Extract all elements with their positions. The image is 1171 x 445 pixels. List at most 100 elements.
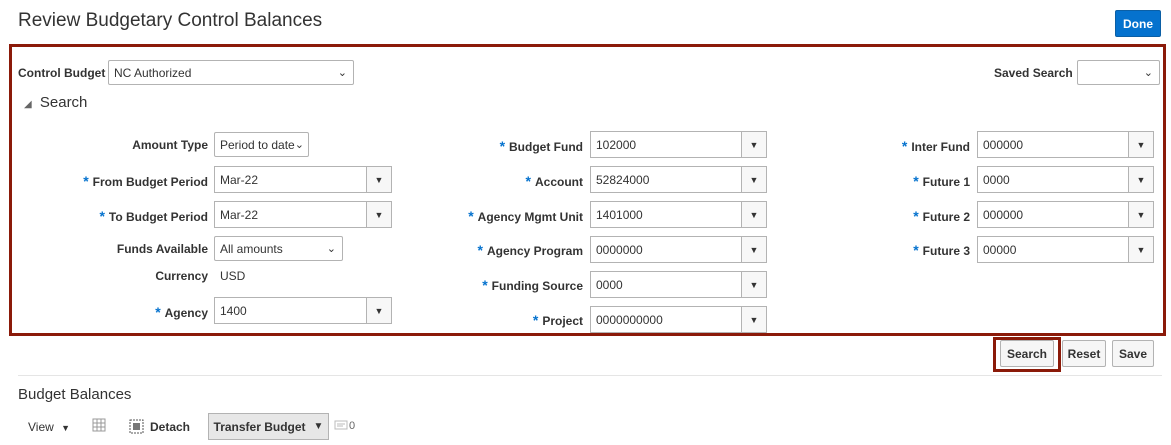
project-combo[interactable]: 0000000000 ▼	[590, 306, 767, 333]
detach-button[interactable]: Detach	[129, 419, 190, 434]
agency-program-combo[interactable]: 0000000 ▼	[590, 236, 767, 263]
to-budget-period-label: * To Budget Period	[99, 208, 208, 224]
caret-down-icon[interactable]: ▼	[1128, 236, 1154, 263]
funding-source-label: * Funding Source	[482, 277, 583, 293]
required-marker: *	[913, 208, 919, 224]
agency-mgmt-unit-label: * Agency Mgmt Unit	[468, 208, 583, 224]
budget-balances-title: Budget Balances	[18, 386, 132, 403]
from-budget-period-label: * From Budget Period	[83, 173, 208, 189]
save-button[interactable]: Save	[1112, 340, 1154, 367]
project-label: * Project	[532, 312, 583, 328]
control-budget-label: Control Budget	[18, 66, 106, 80]
view-menu-label: View	[28, 420, 54, 434]
page-title: Review Budgetary Control Balances	[18, 10, 323, 31]
reset-button[interactable]: Reset	[1062, 340, 1106, 367]
required-marker: *	[155, 304, 161, 320]
account-label: * Account	[525, 173, 583, 189]
caret-down-icon[interactable]: ▼	[741, 306, 767, 333]
future-3-combo[interactable]: 00000 ▼	[977, 236, 1154, 263]
search-disclosure[interactable]: ◢ Search	[24, 94, 87, 111]
caret-down-icon[interactable]: ▼	[366, 201, 392, 228]
future-3-input[interactable]: 00000	[977, 236, 1128, 263]
currency-value: USD	[220, 269, 246, 283]
future-2-label: * Future 2	[913, 208, 970, 224]
caret-down-icon[interactable]: ▼	[1128, 131, 1154, 158]
chevron-down-icon: ⌄	[294, 139, 304, 151]
triangle-expanded-icon: ◢	[24, 99, 32, 110]
future-2-input[interactable]: 000000	[977, 201, 1128, 228]
control-budget-select[interactable]: NC Authorized ⌄	[108, 60, 354, 85]
caret-down-icon[interactable]: ▼	[366, 166, 392, 193]
caret-down-icon[interactable]: ▼	[741, 166, 767, 193]
to-budget-period-input[interactable]: Mar-22	[214, 201, 366, 228]
required-marker: *	[913, 173, 919, 189]
caret-down-icon[interactable]: ▼	[741, 271, 767, 298]
required-marker: *	[525, 173, 531, 189]
required-marker: *	[913, 242, 919, 258]
transfer-budget-button[interactable]: Transfer Budget ▼	[208, 413, 329, 440]
freeze-columns-icon[interactable]	[92, 418, 106, 432]
funds-available-value: All amounts	[220, 241, 283, 256]
funds-available-label: Funds Available	[116, 242, 208, 256]
wrap-indicator[interactable]: 0	[334, 420, 355, 432]
future-3-label: * Future 3	[913, 242, 970, 258]
budget-fund-combo[interactable]: 102000 ▼	[590, 131, 767, 158]
amount-type-select[interactable]: Period to date ⌄	[214, 132, 309, 157]
caret-down-icon: ▼	[61, 423, 71, 433]
from-budget-period-combo[interactable]: Mar-22 ▼	[214, 166, 392, 193]
inter-fund-combo[interactable]: 000000 ▼	[977, 131, 1154, 158]
currency-label: Currency	[155, 269, 208, 283]
account-combo[interactable]: 52824000 ▼	[590, 166, 767, 193]
required-marker: *	[477, 242, 483, 258]
future-2-combo[interactable]: 000000 ▼	[977, 201, 1154, 228]
chevron-down-icon: ⌄	[326, 243, 336, 255]
required-marker: *	[468, 208, 474, 224]
caret-down-icon[interactable]: ▼	[366, 297, 392, 324]
section-divider	[18, 375, 1162, 376]
required-marker: *	[532, 312, 539, 328]
inter-fund-label: * Inter Fund	[901, 138, 970, 154]
required-marker: *	[901, 138, 908, 154]
account-input[interactable]: 52824000	[590, 166, 741, 193]
caret-down-icon[interactable]: ▼	[741, 131, 767, 158]
caret-down-icon[interactable]: ▼	[1128, 201, 1154, 228]
search-button[interactable]: Search	[1000, 340, 1054, 367]
inter-fund-input[interactable]: 000000	[977, 131, 1128, 158]
transfer-budget-label: Transfer Budget	[213, 419, 306, 434]
required-marker: *	[99, 208, 105, 224]
budget-fund-label: * Budget Fund	[499, 138, 583, 154]
amount-type-label: Amount Type	[132, 138, 208, 152]
to-budget-period-combo[interactable]: Mar-22 ▼	[214, 201, 392, 228]
from-budget-period-input[interactable]: Mar-22	[214, 166, 366, 193]
budget-fund-input[interactable]: 102000	[590, 131, 741, 158]
caret-down-icon[interactable]: ▼	[741, 201, 767, 228]
chevron-down-icon: ⌄	[337, 67, 347, 79]
required-marker: *	[499, 138, 506, 154]
wrap-icon	[334, 420, 348, 430]
future-1-input[interactable]: 0000	[977, 166, 1128, 193]
funding-source-input[interactable]: 0000	[590, 271, 741, 298]
caret-down-icon: ▼	[313, 421, 324, 432]
required-marker: *	[83, 173, 89, 189]
project-input[interactable]: 0000000000	[590, 306, 741, 333]
saved-search-select[interactable]: ⌄	[1077, 60, 1160, 85]
caret-down-icon[interactable]: ▼	[1128, 166, 1154, 193]
funds-available-select[interactable]: All amounts ⌄	[214, 236, 343, 261]
detach-icon	[129, 419, 144, 434]
agency-mgmt-unit-combo[interactable]: 1401000 ▼	[590, 201, 767, 228]
done-button[interactable]: Done	[1115, 10, 1161, 37]
future-1-label: * Future 1	[913, 173, 970, 189]
agency-program-label: * Agency Program	[477, 242, 583, 258]
future-1-combo[interactable]: 0000 ▼	[977, 166, 1154, 193]
funding-source-combo[interactable]: 0000 ▼	[590, 271, 767, 298]
detach-label: Detach	[150, 419, 191, 434]
wrap-count: 0	[349, 420, 356, 432]
view-menu[interactable]: View ▼	[28, 420, 70, 434]
agency-combo[interactable]: 1400 ▼	[214, 297, 392, 324]
caret-down-icon[interactable]: ▼	[741, 236, 767, 263]
chevron-down-icon: ⌄	[1143, 67, 1153, 79]
agency-program-input[interactable]: 0000000	[590, 236, 741, 263]
agency-input[interactable]: 1400	[214, 297, 366, 324]
agency-mgmt-unit-input[interactable]: 1401000	[590, 201, 741, 228]
saved-search-label: Saved Search	[994, 66, 1073, 80]
